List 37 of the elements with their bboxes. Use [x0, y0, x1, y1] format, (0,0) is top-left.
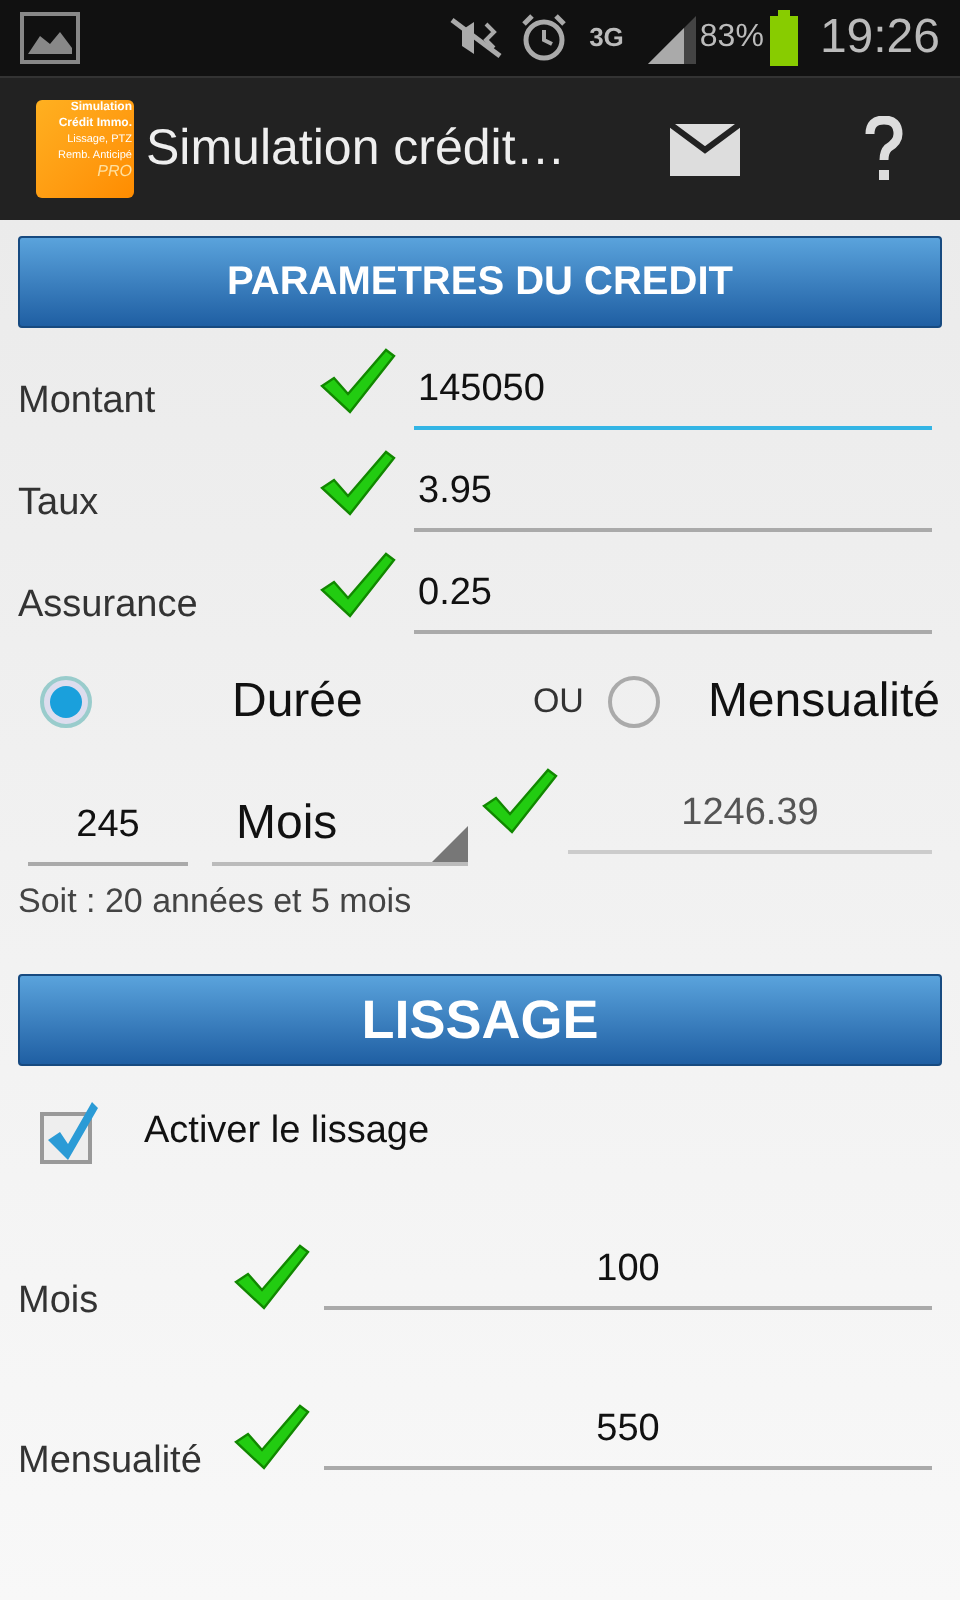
- checkbox[interactable]: [40, 1100, 100, 1164]
- field-label: Mois: [18, 1277, 101, 1325]
- field-label: Mensualité: [18, 1437, 204, 1485]
- mail-button[interactable]: [668, 119, 740, 179]
- mute-icon: [445, 16, 506, 60]
- field-label: Montant: [18, 377, 158, 425]
- battery-icon: [767, 10, 800, 66]
- radio-button[interactable]: [40, 676, 92, 728]
- app-title: Simulation crédit…: [146, 117, 566, 180]
- checkbox-label[interactable]: Activer le lissage: [144, 1103, 430, 1161]
- logo-text: PRO: [97, 164, 132, 180]
- input-field[interactable]: 0.25: [414, 558, 932, 634]
- dropdown-corner-icon: [432, 826, 468, 862]
- input-field[interactable]: 100: [324, 1234, 932, 1310]
- section-header: PARAMETRES DU CREDIT: [18, 236, 942, 328]
- field-label: Taux: [18, 479, 101, 527]
- mail-icon: [669, 123, 739, 175]
- battery-percent: 83%: [699, 18, 764, 58]
- section-header: LISSAGE: [18, 974, 942, 1066]
- input-field[interactable]: 550: [324, 1394, 932, 1470]
- alarm-icon: [517, 12, 570, 64]
- network-type: 3G: [589, 20, 624, 57]
- duration-summary: Soit : 20 années et 5 mois: [16, 880, 414, 924]
- radio-button[interactable]: [607, 676, 660, 728]
- or-label: OU: [532, 680, 584, 725]
- duration-field[interactable]: 245: [28, 790, 188, 866]
- help-icon: [864, 115, 904, 183]
- help-button[interactable]: [864, 115, 904, 183]
- input-field[interactable]: 3.95: [414, 456, 932, 532]
- clock: 19:26: [819, 8, 940, 68]
- radio-label[interactable]: Mensualité: [707, 666, 940, 738]
- field-label: Assurance: [18, 581, 200, 629]
- input-field[interactable]: 145050: [414, 354, 932, 430]
- radio-label[interactable]: Durée: [232, 666, 363, 738]
- unit-dropdown[interactable]: Mois: [212, 786, 468, 866]
- signal-icon: [643, 12, 696, 64]
- image-icon: [20, 12, 80, 64]
